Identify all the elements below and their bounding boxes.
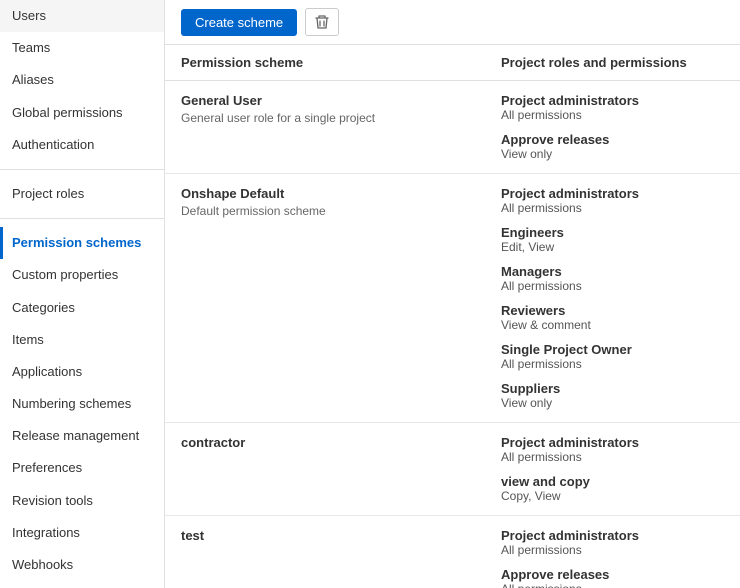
role-permissions: View only: [501, 396, 724, 410]
scheme-info: Onshape Default Default permission scheme: [181, 186, 501, 218]
sidebar-item-numbering-schemes[interactable]: Numbering schemes: [0, 388, 164, 420]
role-permissions: All permissions: [501, 279, 724, 293]
sidebar-item-categories[interactable]: Categories: [0, 292, 164, 324]
table-row: testProject administratorsAll permission…: [165, 516, 740, 588]
col-scheme-header: Permission scheme: [181, 55, 501, 70]
table-row: General User General user role for a sing…: [165, 81, 740, 174]
role-entry: Project administratorsAll permissions: [501, 528, 724, 557]
sidebar-item-preferences[interactable]: Preferences: [0, 452, 164, 484]
delete-button[interactable]: [305, 8, 339, 36]
role-permissions: All permissions: [501, 201, 724, 215]
sidebar-item-global-permissions[interactable]: Global permissions: [0, 97, 164, 129]
sidebar-item-arena[interactable]: Arena: [0, 581, 164, 588]
role-permissions: Edit, View: [501, 240, 724, 254]
sidebar-divider: [0, 218, 164, 219]
role-entry: Project administratorsAll permissions: [501, 93, 724, 122]
role-entry: Project administratorsAll permissions: [501, 186, 724, 215]
sidebar-item-applications[interactable]: Applications: [0, 356, 164, 388]
role-entry: EngineersEdit, View: [501, 225, 724, 254]
sidebar-item-items[interactable]: Items: [0, 324, 164, 356]
role-entry: ReviewersView & comment: [501, 303, 724, 332]
table-row: Onshape Default Default permission scheme…: [165, 174, 740, 423]
role-name: Single Project Owner: [501, 342, 724, 357]
trash-icon: [314, 14, 330, 30]
role-name: Project administrators: [501, 528, 724, 543]
sidebar-item-permission-schemes[interactable]: Permission schemes: [0, 227, 164, 259]
scheme-name: contractor: [181, 435, 501, 450]
sidebar-item-authentication[interactable]: Authentication: [0, 129, 164, 161]
scheme-description: Default permission scheme: [181, 204, 501, 218]
role-permissions: All permissions: [501, 582, 724, 588]
roles-list: Project administratorsAll permissions vie…: [501, 435, 724, 503]
role-name: Suppliers: [501, 381, 724, 396]
role-permissions: Copy, View: [501, 489, 724, 503]
role-entry: Approve releasesAll permissions: [501, 567, 724, 588]
role-permissions: All permissions: [501, 108, 724, 122]
role-name: Managers: [501, 264, 724, 279]
sidebar-item-aliases[interactable]: Aliases: [0, 64, 164, 96]
sidebar-divider: [0, 169, 164, 170]
role-entry: Single Project OwnerAll permissions: [501, 342, 724, 371]
roles-list: Project administratorsAll permissions App…: [501, 93, 724, 161]
main-content: Create scheme Permission scheme Project …: [165, 0, 740, 588]
sidebar-item-release-management[interactable]: Release management: [0, 420, 164, 452]
role-name: Project administrators: [501, 93, 724, 108]
role-name: Reviewers: [501, 303, 724, 318]
role-name: Engineers: [501, 225, 724, 240]
role-entry: view and copyCopy, View: [501, 474, 724, 503]
sidebar: UsersTeamsAliasesGlobal permissionsAuthe…: [0, 0, 165, 588]
scheme-info: General User General user role for a sing…: [181, 93, 501, 125]
scheme-description: General user role for a single project: [181, 111, 501, 125]
sidebar-item-project-roles[interactable]: Project roles: [0, 178, 164, 210]
sidebar-item-users[interactable]: Users: [0, 0, 164, 32]
role-name: Approve releases: [501, 567, 724, 582]
scheme-name: General User: [181, 93, 501, 108]
toolbar: Create scheme: [165, 0, 740, 45]
scheme-name: Onshape Default: [181, 186, 501, 201]
scheme-name: test: [181, 528, 501, 543]
role-entry: SuppliersView only: [501, 381, 724, 410]
role-entry: ManagersAll permissions: [501, 264, 724, 293]
scheme-info: contractor: [181, 435, 501, 453]
roles-list: Project administratorsAll permissionsApp…: [501, 528, 724, 588]
roles-list: Project administratorsAll permissionsEng…: [501, 186, 724, 410]
table-row: contractorProject administratorsAll perm…: [165, 423, 740, 516]
role-permissions: All permissions: [501, 357, 724, 371]
sidebar-item-teams[interactable]: Teams: [0, 32, 164, 64]
col-roles-header: Project roles and permissions: [501, 55, 724, 70]
role-permissions: View only: [501, 147, 724, 161]
table-body: General User General user role for a sing…: [165, 81, 740, 588]
role-entry: Project administratorsAll permissions: [501, 435, 724, 464]
role-entry: Approve releasesView only: [501, 132, 724, 161]
create-scheme-button[interactable]: Create scheme: [181, 9, 297, 36]
sidebar-item-integrations[interactable]: Integrations: [0, 517, 164, 549]
table-header: Permission scheme Project roles and perm…: [165, 45, 740, 81]
role-permissions: All permissions: [501, 450, 724, 464]
sidebar-item-webhooks[interactable]: Webhooks: [0, 549, 164, 581]
role-name: Approve releases: [501, 132, 724, 147]
sidebar-item-revision-tools[interactable]: Revision tools: [0, 485, 164, 517]
role-permissions: View & comment: [501, 318, 724, 332]
sidebar-item-custom-properties[interactable]: Custom properties: [0, 259, 164, 291]
scheme-info: test: [181, 528, 501, 546]
role-name: Project administrators: [501, 435, 724, 450]
role-name: Project administrators: [501, 186, 724, 201]
role-name: view and copy: [501, 474, 724, 489]
role-permissions: All permissions: [501, 543, 724, 557]
